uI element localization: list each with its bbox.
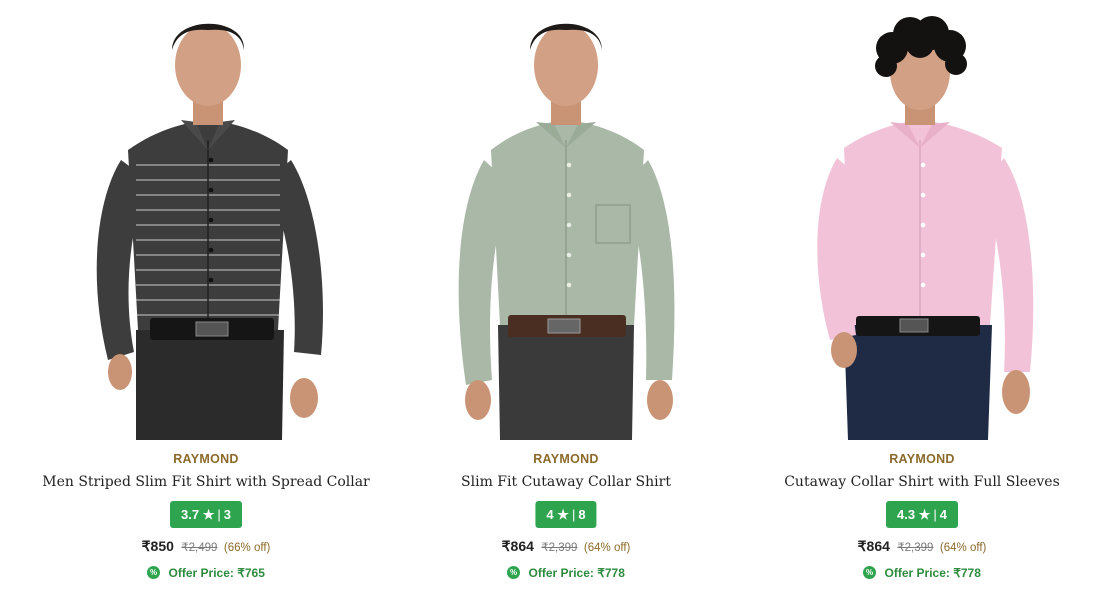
model-illustration — [96, 23, 323, 440]
star-icon: ★ — [557, 507, 569, 522]
product-image[interactable] — [396, 0, 736, 440]
product-card[interactable]: RAYMOND Cutaway Collar Shirt with Full S… — [752, 0, 1092, 603]
rating-badge[interactable]: 3.7 ★ | 3 — [170, 501, 242, 528]
price-row: ₹850 ₹2,499 (66% off) — [36, 538, 376, 556]
star-icon: ★ — [918, 507, 931, 522]
rating-value: 4.3 — [897, 507, 916, 522]
price-row: ₹864 ₹2,399 (64% off) — [752, 538, 1092, 556]
offer-row: % Offer Price: ₹778 — [752, 564, 1092, 582]
product-title[interactable]: Men Striped Slim Fit Shirt with Spread C… — [36, 474, 376, 490]
product-brand[interactable]: RAYMOND — [36, 452, 376, 466]
offer-percent-icon: % — [863, 566, 877, 580]
original-price: ₹2,399 — [897, 542, 934, 554]
offer-percent-icon: % — [507, 566, 521, 580]
rating-separator: | — [217, 507, 221, 522]
rating-count: 8 — [578, 507, 586, 522]
rating-value: 4 — [546, 507, 554, 522]
offer-row: % Offer Price: ₹778 — [396, 564, 736, 582]
rating-separator: | — [933, 507, 937, 522]
selling-price: ₹850 — [141, 538, 174, 554]
product-title[interactable]: Slim Fit Cutaway Collar Shirt — [396, 474, 736, 490]
price-row: ₹864 ₹2,399 (64% off) — [396, 538, 736, 556]
discount-percent: (64% off) — [939, 542, 987, 554]
original-price: ₹2,399 — [541, 542, 578, 554]
model-illustration — [458, 23, 675, 440]
original-price: ₹2,499 — [181, 542, 218, 554]
discount-percent: (66% off) — [223, 542, 271, 554]
rating-value: 3.7 — [181, 507, 200, 522]
rating-badge[interactable]: 4 ★ | 8 — [535, 501, 597, 528]
star-icon: ★ — [202, 507, 215, 522]
product-image[interactable] — [752, 0, 1092, 440]
offer-price: Offer Price: ₹765 — [168, 565, 265, 580]
product-title[interactable]: Cutaway Collar Shirt with Full Sleeves — [752, 474, 1092, 490]
model-illustration — [817, 16, 1034, 440]
rating-badge[interactable]: 4.3 ★ | 4 — [886, 501, 958, 528]
discount-percent: (64% off) — [583, 542, 631, 554]
offer-percent-icon: % — [147, 566, 161, 580]
offer-row: % Offer Price: ₹765 — [36, 564, 376, 582]
selling-price: ₹864 — [857, 538, 890, 554]
product-grid: RAYMOND Men Striped Slim Fit Shirt with … — [0, 0, 1102, 603]
product-brand[interactable]: RAYMOND — [752, 452, 1092, 466]
offer-price: Offer Price: ₹778 — [528, 565, 625, 580]
rating-count: 4 — [939, 507, 947, 522]
product-card[interactable]: RAYMOND Men Striped Slim Fit Shirt with … — [36, 0, 376, 603]
rating-separator: | — [571, 507, 576, 522]
rating-count: 3 — [223, 507, 231, 522]
selling-price: ₹864 — [501, 538, 534, 554]
offer-price: Offer Price: ₹778 — [884, 565, 981, 580]
product-image[interactable] — [36, 0, 376, 440]
product-card[interactable]: RAYMOND Slim Fit Cutaway Collar Shirt 4 … — [396, 0, 736, 603]
product-brand[interactable]: RAYMOND — [396, 452, 736, 466]
